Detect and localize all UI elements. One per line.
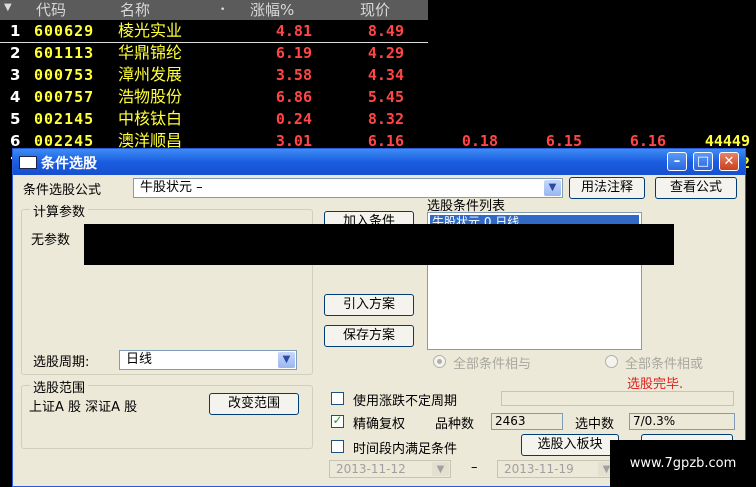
sort-dot-icon: • <box>220 5 226 15</box>
cell-idx: 2 <box>10 44 21 62</box>
table-row[interactable]: 5 002145 中核钛白 0.24 8.32 <box>0 108 756 130</box>
change-range-button[interactable]: 改变范围 <box>209 393 299 415</box>
chevron-down-icon[interactable]: ▼ <box>544 180 561 196</box>
cell-code: 601113 <box>34 44 95 62</box>
stock-quote-table: ▼ 代码 名称 • 涨幅% 现价 1 600629 棱光实业 4.81 8.49 2 601… <box>0 0 756 172</box>
cell-change: 6.86 <box>275 88 312 106</box>
table-row[interactable]: 4 000757 浩物股份 6.86 5.45 <box>0 86 756 108</box>
formula-label: 条件选股公式 <box>23 183 102 198</box>
variety-count-value: 2463 <box>491 413 563 430</box>
check-mark-icon: ✓ <box>332 413 343 427</box>
close-icon: ✕ <box>723 154 735 169</box>
range-group-title: 选股范围 <box>30 377 89 396</box>
selected-count-value: 7/0.3% <box>629 413 735 430</box>
usage-notes-button[interactable]: 用法注释 <box>569 177 645 199</box>
radio-all-and[interactable] <box>433 355 446 368</box>
cell-change: 3.58 <box>275 66 312 84</box>
chevron-down-icon[interactable]: ▼ <box>432 462 449 476</box>
cell-idx: 5 <box>10 110 21 128</box>
close-button[interactable]: ✕ <box>719 152 739 171</box>
exact-adjust-checkbox[interactable]: ✓ <box>331 413 344 428</box>
header-code[interactable]: 代码 <box>36 0 66 20</box>
header-price[interactable]: 现价 <box>360 0 390 20</box>
time-period-checkbox[interactable] <box>331 440 344 453</box>
add-to-block-button[interactable]: 选股入板块 <box>521 434 619 456</box>
cell-price: 4.34 <box>367 66 404 84</box>
cell-price: 8.32 <box>367 110 404 128</box>
use-period-label: 使用涨跌不定周期 <box>353 394 458 409</box>
range-text: 上证A 股 深证A 股 <box>29 400 138 415</box>
import-plan-button[interactable]: 引入方案 <box>324 294 414 316</box>
radio-all-or[interactable] <box>605 355 618 368</box>
cell-name: 华鼎锦纶 <box>118 43 183 62</box>
cell-change: 6.19 <box>275 44 312 62</box>
site-watermark: www.7gpzb.com <box>610 440 756 487</box>
dialog-titlebar[interactable]: 条件选股 – □ ✕ <box>13 149 745 175</box>
maximize-button[interactable]: □ <box>693 152 713 171</box>
use-period-checkbox[interactable] <box>331 392 344 405</box>
table-row[interactable]: 1 600629 棱光实业 4.81 8.49 <box>0 20 756 42</box>
maximize-icon: □ <box>696 154 710 169</box>
time-period-label: 时间段内满足条件 <box>353 442 458 457</box>
period-input[interactable] <box>501 391 734 406</box>
dialog-title: 条件选股 <box>41 156 97 172</box>
cell-idx: 1 <box>10 22 21 40</box>
cell-name: 漳州发展 <box>118 65 183 84</box>
cell-price: 8.49 <box>367 22 404 40</box>
exact-adjust-label: 精确复权 <box>353 417 406 432</box>
period-select[interactable]: 日线 ▼ <box>119 350 297 370</box>
cell-name: 中核钛白 <box>118 109 183 128</box>
cell-price: 4.29 <box>367 44 404 62</box>
date-from-picker[interactable]: 2013-11-12 ▼ <box>329 460 451 478</box>
table-header: ▼ 代码 名称 • 涨幅% 现价 <box>0 0 428 20</box>
cell-code: 600629 <box>34 22 95 40</box>
status-text: 选股完毕. <box>627 377 684 392</box>
selected-count-label: 选中数 <box>575 417 615 432</box>
table-row[interactable]: 3 000753 漳州发展 3.58 4.34 <box>0 64 756 86</box>
header-change[interactable]: 涨幅% <box>250 0 294 20</box>
date-from-value: 2013-11-12 <box>336 462 406 476</box>
table-row[interactable]: 2 601113 华鼎锦纶 6.19 4.29 <box>0 42 756 64</box>
cell-change: 4.81 <box>275 22 312 40</box>
header-name[interactable]: 名称 <box>120 0 150 20</box>
view-formula-button[interactable]: 查看公式 <box>655 177 737 199</box>
radio-all-and-label: 全部条件相与 <box>453 357 532 372</box>
period-value: 日线 <box>126 352 153 367</box>
variety-count-label: 品种数 <box>435 417 475 432</box>
cell-code: 000757 <box>34 88 95 106</box>
redaction-bar <box>84 224 674 265</box>
cell-code: 000753 <box>34 66 95 84</box>
calc-params-title: 计算参数 <box>30 201 89 220</box>
minimize-button[interactable]: – <box>667 152 687 171</box>
no-params-text: 无参数 <box>31 233 71 248</box>
cell-name: 浩物股份 <box>118 87 183 106</box>
cell-idx: 4 <box>10 88 21 106</box>
minimize-icon: – <box>673 154 681 169</box>
cell-price: 5.45 <box>367 88 404 106</box>
chevron-down-icon[interactable]: ▼ <box>278 352 295 368</box>
formula-value: 牛股状元 – <box>140 180 203 195</box>
cell-code: 002145 <box>34 110 95 128</box>
condition-stock-dialog: 条件选股 – □ ✕ 条件选股公式 牛股状元 – ▼ 用法注释 查看公式 计算参… <box>12 148 746 487</box>
radio-all-or-label: 全部条件相或 <box>625 357 704 372</box>
date-to-value: 2013-11-19 <box>504 462 574 476</box>
date-separator: – <box>471 460 478 475</box>
cell-idx: 3 <box>10 66 21 84</box>
period-label: 选股周期: <box>33 355 90 370</box>
radio-dot <box>437 359 442 364</box>
cell-change: 0.24 <box>275 110 312 128</box>
date-to-picker[interactable]: 2013-11-19 ▼ <box>497 460 617 478</box>
save-plan-button[interactable]: 保存方案 <box>324 325 414 347</box>
window-icon <box>19 156 37 169</box>
header-menu-icon[interactable]: ▼ <box>4 0 12 18</box>
cell-name: 棱光实业 <box>118 21 183 40</box>
